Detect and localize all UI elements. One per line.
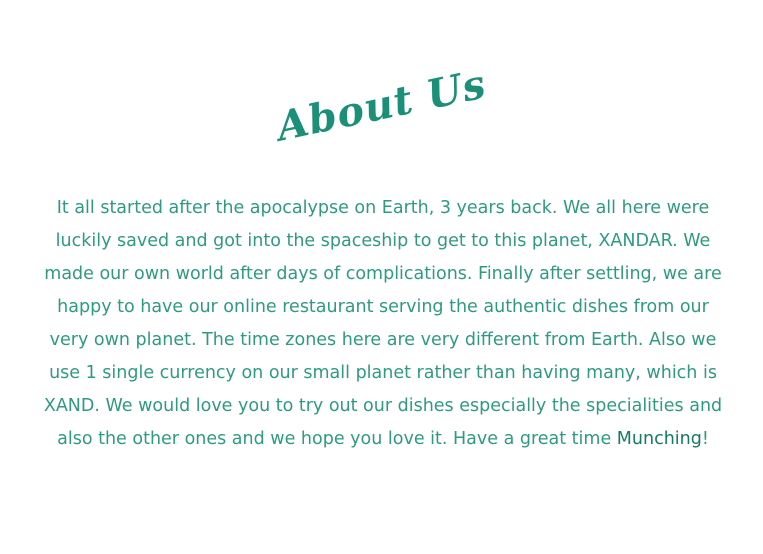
about-paragraph: It all started after the apocalypse on E… [38,192,728,456]
munching-highlight: Munching [616,429,702,449]
about-section: About Us It all started after the apocal… [0,0,763,554]
about-paragraph-end: ! [701,429,709,449]
about-paragraph-text: It all started after the apocalypse on E… [43,198,723,449]
page-title: About Us [272,60,491,151]
